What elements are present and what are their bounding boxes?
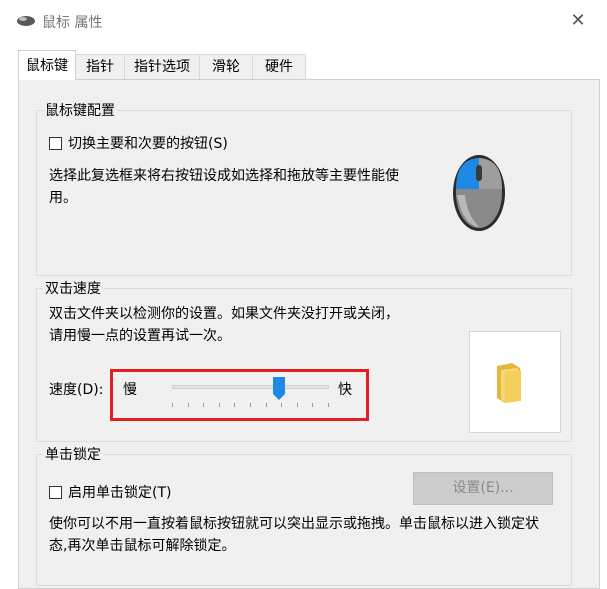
highlight-box — [110, 369, 369, 421]
tab-strip: 鼠标键 指针 指针选项 滑轮 硬件 — [0, 44, 607, 80]
tab-buttons[interactable]: 鼠标键 — [18, 50, 76, 80]
mouse-app-icon — [17, 16, 35, 26]
button-config-title: 鼠标键配置 — [43, 100, 117, 120]
title-bar: 鼠标 属性 ✕ — [0, 0, 607, 44]
speed-label: 速度(D): — [49, 382, 104, 398]
click-lock-description: 使你可以不用一直按着鼠标按钮就可以突出显示或拖拽。单击鼠标以进入锁定状态,再次单… — [49, 516, 539, 554]
click-lock-settings-button[interactable]: 设置(E)... — [413, 472, 553, 505]
close-icon[interactable]: ✕ — [567, 10, 589, 32]
click-lock-checkbox[interactable] — [49, 486, 62, 499]
folder-icon[interactable] — [494, 362, 524, 404]
window-title: 鼠标 属性 — [42, 15, 103, 31]
double-click-title: 双击速度 — [43, 278, 103, 298]
tab-pointer-options[interactable]: 指针选项 — [124, 54, 200, 79]
tab-wheel[interactable]: 滑轮 — [199, 54, 253, 79]
button-config-description: 选择此复选框来将右按钮设成如选择和拖放等主要性能使用。 — [49, 168, 399, 206]
double-click-description: 双击文件夹以检测你的设置。如果文件夹没打开或关闭，请用慢一点的设置再试一次。 — [49, 306, 399, 344]
mouse-device-icon — [453, 155, 505, 231]
tab-panel: 鼠标键配置 切换主要和次要的按钮(S) 选择此复选框来将右按钮设成如选择和拖放等… — [18, 79, 600, 589]
click-lock-title: 单击锁定 — [43, 444, 103, 464]
switch-buttons-label[interactable]: 切换主要和次要的按钮(S) — [68, 133, 228, 153]
click-lock-label[interactable]: 启用单击锁定(T) — [68, 482, 171, 502]
tab-hardware[interactable]: 硬件 — [252, 54, 306, 79]
tab-pointers[interactable]: 指针 — [75, 54, 125, 79]
double-click-group: 双击速度 双击文件夹以检测你的设置。如果文件夹没打开或关闭，请用慢一点的设置再试… — [36, 278, 572, 442]
button-config-group: 鼠标键配置 切换主要和次要的按钮(S) 选择此复选框来将右按钮设成如选择和拖放等… — [36, 100, 572, 276]
switch-buttons-checkbox[interactable] — [49, 137, 62, 150]
click-lock-group: 单击锁定 启用单击锁定(T) 设置(E)... 使你可以不用一直按着鼠标按钮就可… — [36, 444, 572, 586]
double-click-test-area[interactable] — [469, 331, 561, 433]
